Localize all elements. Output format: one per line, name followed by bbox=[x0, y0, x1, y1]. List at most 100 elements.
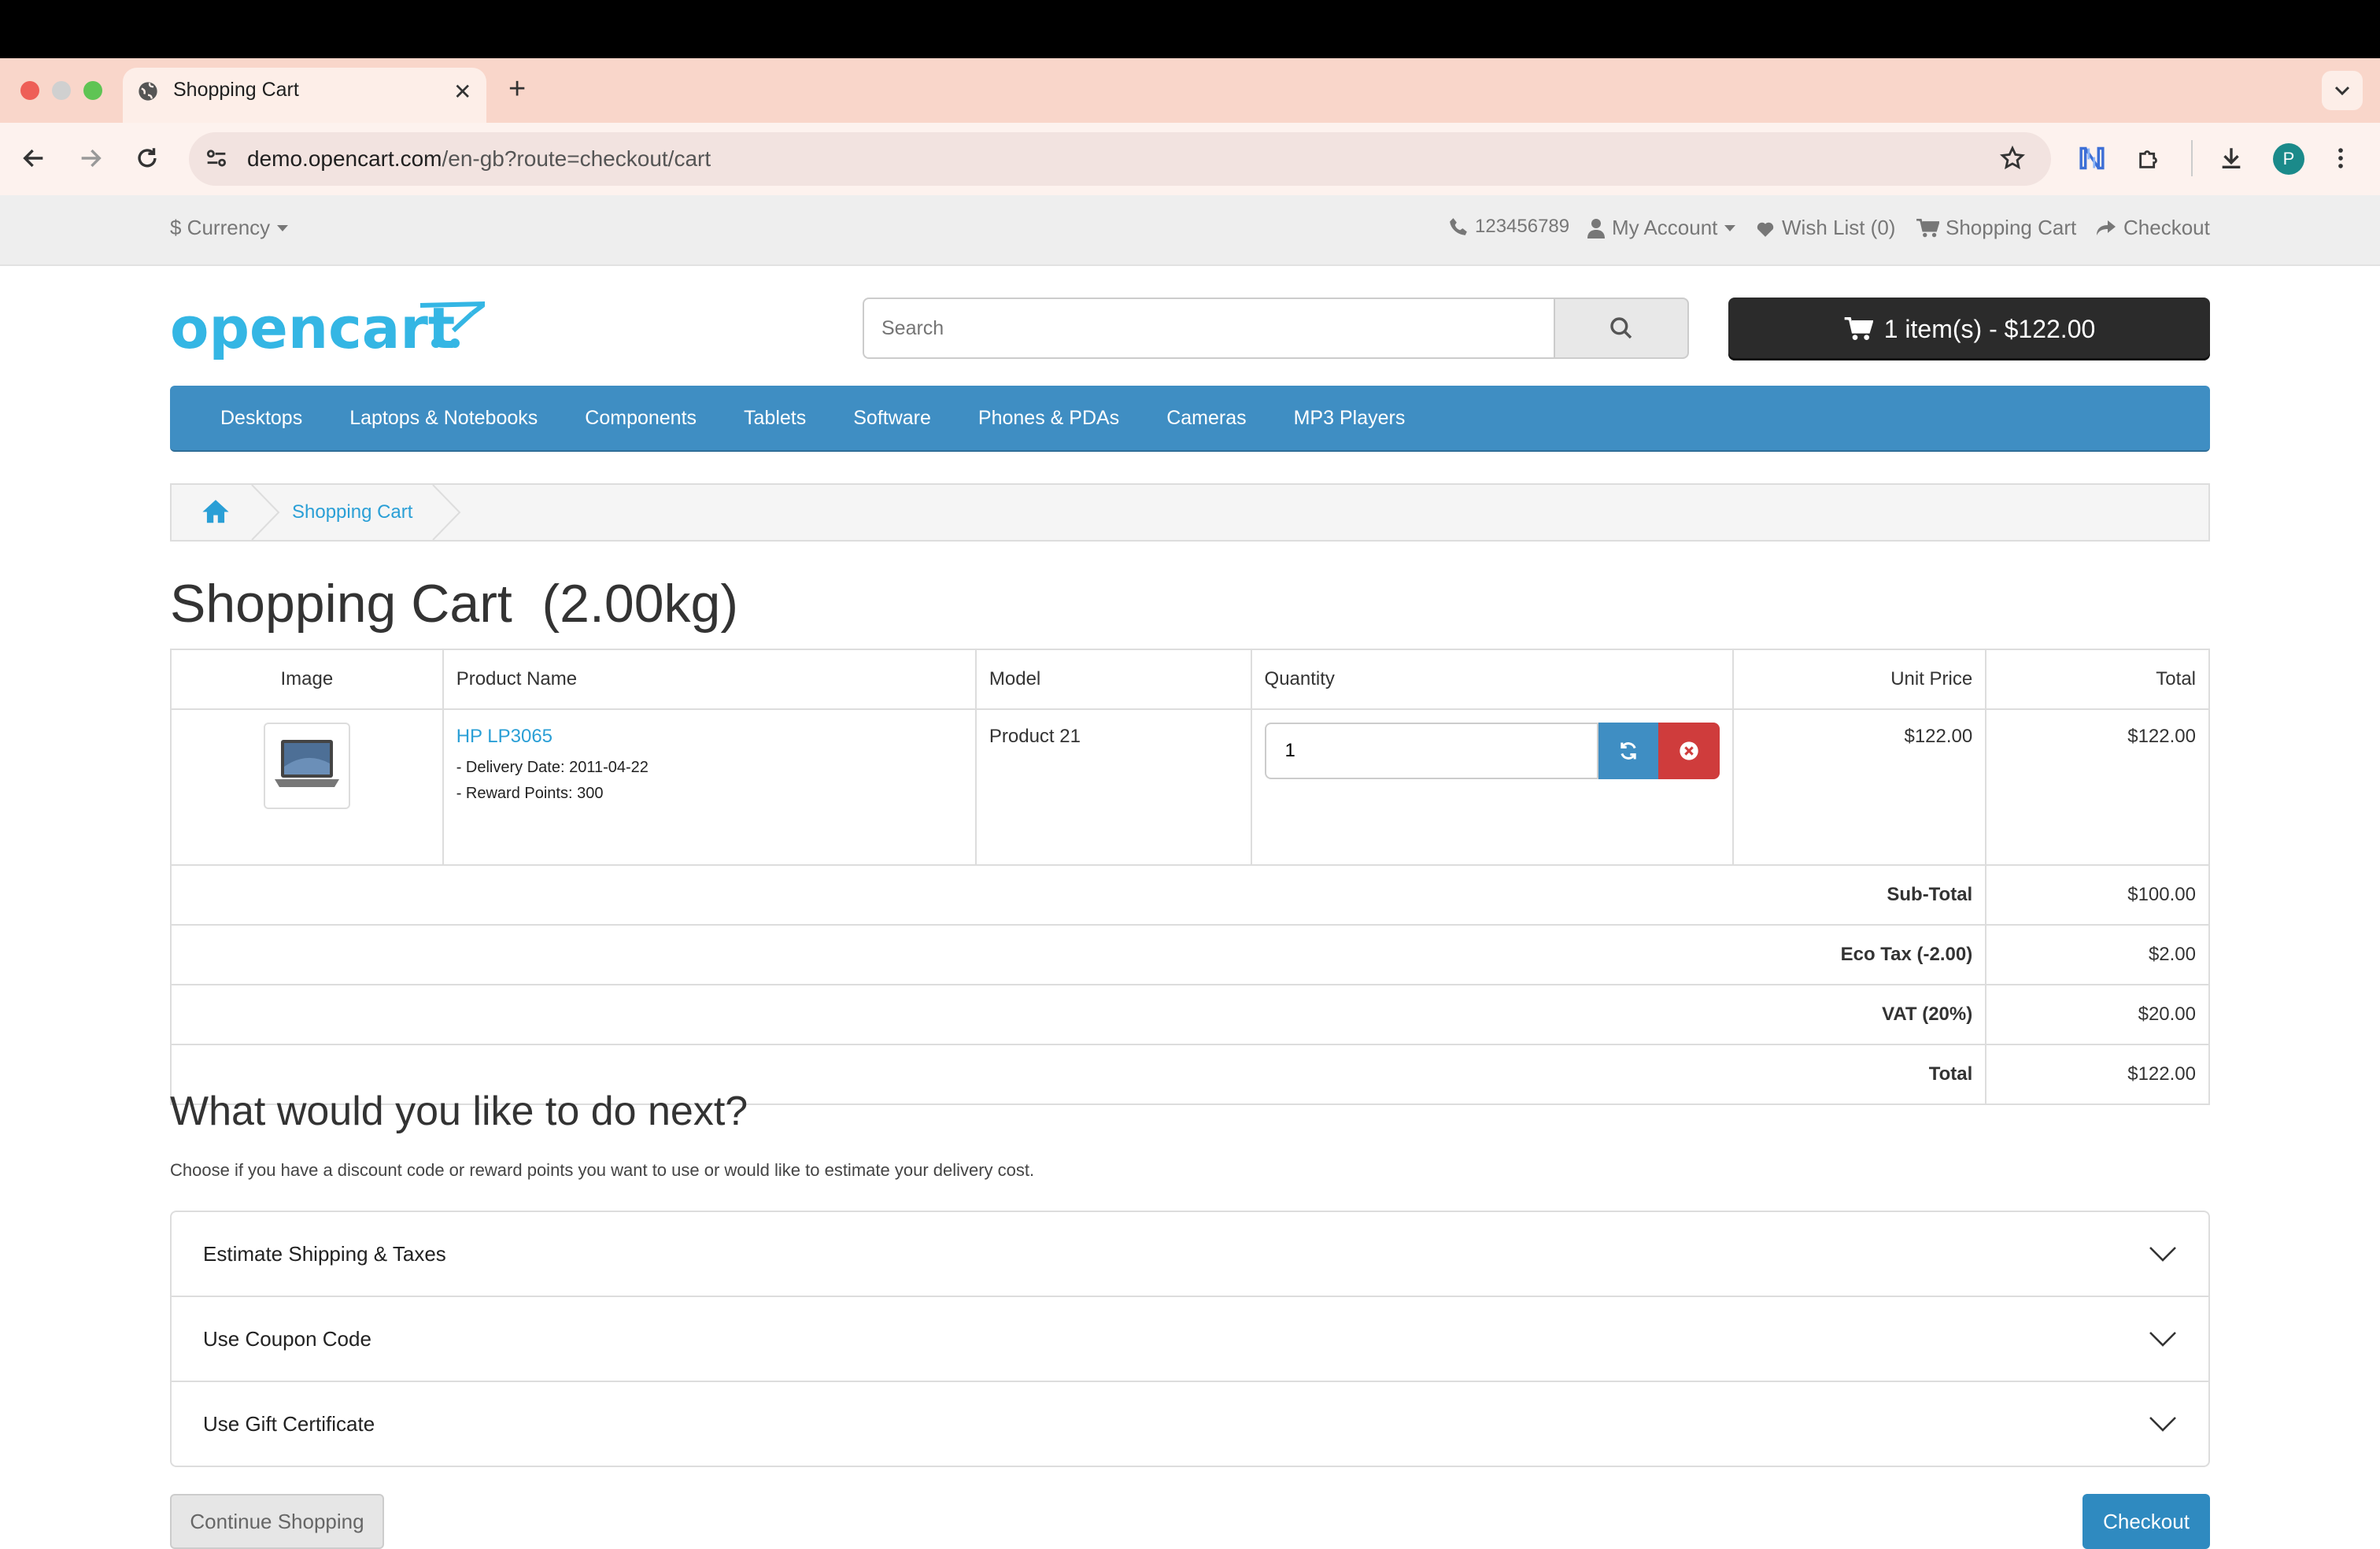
browser-menu-icon[interactable] bbox=[2334, 145, 2347, 172]
search-input[interactable] bbox=[863, 298, 1554, 359]
search-icon bbox=[1610, 317, 1632, 339]
product-thumbnail[interactable] bbox=[263, 723, 350, 809]
chevron-down-icon bbox=[2334, 86, 2350, 96]
product-model: Product 21 bbox=[974, 708, 1252, 866]
cart-icon bbox=[1916, 218, 1939, 237]
cart-icon bbox=[1844, 317, 1873, 340]
phone-icon bbox=[1450, 218, 1467, 235]
laptop-image bbox=[274, 740, 339, 787]
share-arrow-icon bbox=[2097, 220, 2116, 235]
cart-summary-button[interactable]: 1 item(s) - $122.00 bbox=[1728, 298, 2210, 360]
caret-down-icon bbox=[277, 224, 289, 231]
continue-shopping-button[interactable]: Continue Shopping bbox=[170, 1494, 384, 1549]
checkout-button[interactable]: Checkout bbox=[2082, 1494, 2210, 1549]
extensions-puzzle-icon[interactable] bbox=[2136, 145, 2163, 172]
profile-avatar[interactable]: P bbox=[2273, 143, 2304, 175]
bookmark-star-icon[interactable] bbox=[1999, 145, 2026, 172]
chevron-down-icon bbox=[2149, 1247, 2176, 1262]
menu-item-laptops-notebooks[interactable]: Laptops & Notebooks bbox=[349, 407, 538, 430]
breadcrumb bbox=[170, 483, 2210, 542]
quantity-input[interactable] bbox=[1264, 723, 1598, 779]
quantity-cell bbox=[1250, 708, 1734, 866]
checkout-link[interactable]: Checkout bbox=[2095, 216, 2210, 240]
phone-link[interactable]: 123456789 bbox=[1448, 216, 1569, 238]
accordion-coupon-code[interactable]: Use Coupon Code bbox=[172, 1297, 2208, 1382]
breadcrumb-separator bbox=[250, 485, 282, 540]
update-button[interactable] bbox=[1598, 723, 1658, 779]
opencart-logo[interactable]: opencart bbox=[170, 293, 485, 364]
my-account-dropdown[interactable]: My Account bbox=[1587, 216, 1736, 240]
menu-item-desktops[interactable]: Desktops bbox=[220, 407, 302, 430]
search-button[interactable] bbox=[1554, 298, 1689, 359]
download-icon[interactable] bbox=[2218, 145, 2245, 172]
remove-circle-icon bbox=[1679, 741, 1698, 760]
col-header-product-name: Product Name bbox=[442, 649, 977, 710]
unit-price: $122.00 bbox=[1731, 708, 1987, 866]
forward-icon[interactable] bbox=[77, 145, 104, 172]
accordion-label: Use Coupon Code bbox=[203, 1326, 371, 1351]
tab-title: Shopping Cart bbox=[173, 79, 299, 101]
product-name-cell: HP LP3065 - Delivery Date: 2011-04-22 - … bbox=[442, 708, 977, 866]
chevron-down-icon bbox=[2149, 1332, 2176, 1347]
wish-list-link[interactable]: Wish List (0) bbox=[1755, 216, 1895, 240]
close-tab-icon[interactable]: ✕ bbox=[453, 79, 471, 105]
logo-text: opencart bbox=[170, 295, 455, 361]
back-icon[interactable] bbox=[20, 145, 47, 172]
col-header-unit-price: Unit Price bbox=[1731, 649, 1987, 710]
new-tab-icon[interactable]: + bbox=[508, 72, 526, 106]
tab-search-button[interactable] bbox=[2322, 71, 2363, 110]
globe-icon bbox=[137, 80, 159, 102]
window-minimize-button[interactable] bbox=[52, 81, 71, 100]
caret-down-icon bbox=[1724, 224, 1736, 231]
shopping-cart-link[interactable]: Shopping Cart bbox=[1916, 216, 2076, 240]
menu-item-mp3-players[interactable]: MP3 Players bbox=[1294, 407, 1406, 430]
vat-row: VAT (20%) $20.00 bbox=[169, 984, 2210, 1045]
product-image-cell bbox=[170, 708, 444, 866]
menu-item-phones-pdas[interactable]: Phones & PDAs bbox=[978, 407, 1119, 430]
line-total: $122.00 bbox=[1985, 708, 2210, 866]
cart-table: Image Product Name Model Quantity Unit P… bbox=[169, 649, 2210, 1105]
menu-item-cameras[interactable]: Cameras bbox=[1166, 407, 1246, 430]
toolbar-divider bbox=[2191, 140, 2193, 176]
col-header-image: Image bbox=[170, 649, 444, 710]
accordion-label: Estimate Shipping & Taxes bbox=[203, 1241, 446, 1266]
remove-button[interactable] bbox=[1658, 723, 1720, 779]
chevron-down-icon bbox=[2149, 1417, 2176, 1432]
window-maximize-button[interactable] bbox=[83, 81, 102, 100]
table-header-row: Image Product Name Model Quantity Unit P… bbox=[170, 649, 2210, 710]
next-steps-heading: What would you like to do next? bbox=[170, 1089, 748, 1134]
table-row: HP LP3065 - Delivery Date: 2011-04-22 - … bbox=[170, 708, 2210, 866]
screen-top-bar bbox=[0, 0, 2380, 58]
delivery-date: - Delivery Date: 2011-04-22 bbox=[456, 759, 649, 776]
reward-points: - Reward Points: 300 bbox=[456, 785, 604, 802]
vat-label: VAT (20%) bbox=[169, 984, 1987, 1045]
grand-total-value: $122.00 bbox=[1985, 1044, 2210, 1105]
quantity-group bbox=[1264, 723, 1720, 779]
user-icon bbox=[1587, 218, 1605, 238]
page-title: Shopping Cart (2.00kg) bbox=[170, 574, 738, 634]
breadcrumb-shopping-cart[interactable]: Shopping Cart bbox=[292, 501, 412, 523]
next-steps-description: Choose if you have a discount code or re… bbox=[170, 1160, 1035, 1180]
window-close-button[interactable] bbox=[20, 81, 39, 100]
accordion-estimate-shipping[interactable]: Estimate Shipping & Taxes bbox=[172, 1212, 2208, 1297]
home-icon[interactable] bbox=[201, 497, 230, 524]
extension-n-icon[interactable] bbox=[2078, 145, 2106, 172]
subtotal-value: $100.00 bbox=[1985, 864, 2210, 926]
refresh-icon bbox=[1620, 742, 1636, 760]
eco-tax-label: Eco Tax (-2.00) bbox=[169, 924, 1987, 985]
site-settings-icon[interactable] bbox=[203, 145, 230, 172]
currency-dropdown[interactable]: $ Currency bbox=[170, 216, 289, 240]
subtotal-row: Sub-Total $100.00 bbox=[169, 864, 2210, 926]
accordion-gift-certificate[interactable]: Use Gift Certificate bbox=[172, 1382, 2208, 1466]
cart-summary-label: 1 item(s) - $122.00 bbox=[1883, 314, 2096, 343]
menu-item-tablets[interactable]: Tablets bbox=[744, 407, 806, 430]
subtotal-label: Sub-Total bbox=[169, 864, 1987, 926]
accordion-label: Use Gift Certificate bbox=[203, 1411, 375, 1436]
product-name-link[interactable]: HP LP3065 bbox=[456, 726, 963, 748]
menu-item-components[interactable]: Components bbox=[585, 407, 697, 430]
eco-tax-value: $2.00 bbox=[1985, 924, 2210, 985]
col-header-model: Model bbox=[974, 649, 1252, 710]
eco-tax-row: Eco Tax (-2.00) $2.00 bbox=[169, 924, 2210, 985]
reload-icon[interactable] bbox=[134, 145, 161, 172]
menu-item-software[interactable]: Software bbox=[853, 407, 931, 430]
